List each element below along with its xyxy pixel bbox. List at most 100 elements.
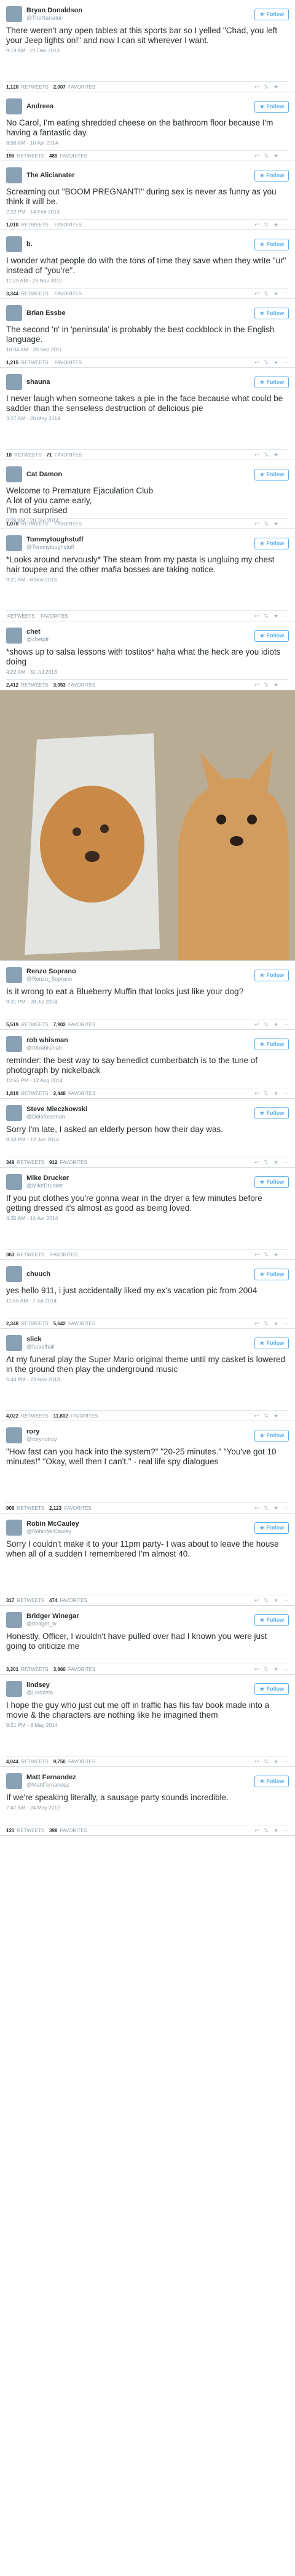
tweet-timestamp[interactable]: 5:44 PM - 23 Nov 2013: [6, 1376, 289, 1382]
author-handle[interactable]: @Renzo_Soprano: [26, 975, 254, 983]
reply-icon[interactable]: ↩: [254, 221, 259, 228]
retweet-count[interactable]: 317 RETWEETS: [6, 1598, 44, 1603]
favorite-count[interactable]: 2,123 FAVORITES: [49, 1505, 92, 1511]
retweet-count[interactable]: 18 RETWEETS: [6, 452, 42, 458]
favorite-icon[interactable]: ★: [273, 1758, 278, 1765]
retweet-icon[interactable]: ⇅: [264, 520, 269, 527]
favorite-icon[interactable]: ★: [273, 1413, 278, 1419]
more-icon[interactable]: ⋯: [283, 1413, 289, 1419]
avatar[interactable]: [6, 1174, 22, 1190]
author-name[interactable]: rob whisman: [26, 1037, 254, 1044]
more-icon[interactable]: ⋯: [283, 1827, 289, 1834]
reply-icon[interactable]: ↩: [254, 1758, 259, 1765]
tweet-timestamp[interactable]: 2:22 PM - 14 Feb 2013: [6, 209, 289, 215]
muffin-dog-photo[interactable]: [0, 690, 295, 960]
retweet-count[interactable]: 349 RETWEETS: [6, 1160, 44, 1165]
reply-icon[interactable]: ↩: [254, 1666, 259, 1673]
tweet-timestamp[interactable]: 4:35 AM - 14 Apr 2014: [6, 1215, 289, 1221]
tweet-timestamp[interactable]: 9:21 PM - 8 May 2014: [6, 1722, 289, 1728]
author-handle[interactable]: @MattFernandez: [26, 1781, 254, 1788]
favorite-count[interactable]: 912 FAVORITES: [49, 1160, 87, 1165]
favorite-icon[interactable]: ★: [273, 1666, 278, 1673]
retweet-icon[interactable]: ⇅: [264, 1159, 269, 1166]
author-name[interactable]: Bryan Donaldson: [26, 7, 254, 14]
more-icon[interactable]: ⋯: [283, 1666, 289, 1673]
follow-button[interactable]: ★ Follow: [254, 376, 289, 388]
retweet-icon[interactable]: ⇅: [264, 1090, 269, 1097]
avatar[interactable]: [6, 1681, 22, 1697]
retweet-icon[interactable]: ⇅: [264, 682, 269, 688]
retweet-count[interactable]: 121 RETWEETS: [6, 1828, 44, 1833]
favorite-count[interactable]: 2,448 FAVORITES: [53, 1091, 96, 1096]
author-name[interactable]: Bridger Winegar: [26, 1613, 254, 1620]
tweet-timestamp[interactable]: 3:27 AM - 20 May 2014: [6, 415, 289, 421]
author-name[interactable]: Mike Drucker: [26, 1174, 254, 1182]
favorite-count[interactable]: FAVORITES: [39, 613, 68, 619]
favorite-count[interactable]: 11,802 FAVORITES: [53, 1413, 98, 1419]
more-icon[interactable]: ⋯: [283, 84, 289, 90]
favorite-count[interactable]: FAVORITES: [53, 222, 82, 228]
retweet-icon[interactable]: ⇅: [264, 359, 269, 366]
favorite-icon[interactable]: ★: [273, 290, 278, 297]
avatar[interactable]: [6, 1266, 22, 1282]
follow-button[interactable]: ★ Follow: [254, 100, 289, 113]
retweet-icon[interactable]: ⇅: [264, 84, 269, 90]
retweet-count[interactable]: RETWEETS: [6, 613, 34, 619]
retweet-count[interactable]: 1,070 RETWEETS: [6, 521, 49, 527]
favorite-count[interactable]: 3,860 FAVORITES: [53, 1667, 96, 1672]
retweet-icon[interactable]: ⇅: [264, 1251, 269, 1258]
more-icon[interactable]: ⋯: [283, 1021, 289, 1028]
avatar[interactable]: [6, 1427, 22, 1443]
retweet-icon[interactable]: ⇅: [264, 1666, 269, 1673]
author-handle[interactable]: @MikeDrucker: [26, 1182, 254, 1189]
follow-button[interactable]: ★ Follow: [254, 1429, 289, 1442]
tweet-timestamp[interactable]: 8:56 AM - 10 Apr 2014: [6, 140, 289, 146]
retweet-icon[interactable]: ⇅: [264, 1413, 269, 1419]
follow-button[interactable]: ★ Follow: [254, 629, 289, 642]
retweet-count[interactable]: 363 RETWEETS: [6, 1252, 44, 1258]
follow-button[interactable]: ★ Follow: [254, 1337, 289, 1349]
retweet-count[interactable]: 190 RETWEETS: [6, 153, 44, 159]
favorite-count[interactable]: 71 FAVORITES: [47, 452, 82, 458]
favorite-count[interactable]: 489 FAVORITES: [49, 153, 87, 159]
favorite-icon[interactable]: ★: [273, 1827, 278, 1834]
favorite-icon[interactable]: ★: [273, 153, 278, 159]
favorite-icon[interactable]: ★: [273, 1320, 278, 1327]
favorite-icon[interactable]: ★: [273, 613, 278, 620]
more-icon[interactable]: ⋯: [283, 452, 289, 458]
author-name[interactable]: The Alicianater: [26, 172, 254, 179]
reply-icon[interactable]: ↩: [254, 359, 259, 366]
tweet-timestamp[interactable]: 8:33 PM - 12 Jan 2014: [6, 1136, 289, 1142]
tweet-timestamp[interactable]: 4:22 AM - 31 Jul 2013: [6, 669, 289, 675]
favorite-icon[interactable]: ★: [273, 520, 278, 527]
author-name[interactable]: Matt Fernandez: [26, 1774, 254, 1781]
retweet-count[interactable]: 1,215 RETWEETS: [6, 360, 49, 365]
favorite-icon[interactable]: ★: [273, 1090, 278, 1097]
more-icon[interactable]: ⋯: [283, 1320, 289, 1327]
favorite-count[interactable]: 398 FAVORITES: [49, 1828, 87, 1833]
more-icon[interactable]: ⋯: [283, 1090, 289, 1097]
favorite-icon[interactable]: ★: [273, 359, 278, 366]
reply-icon[interactable]: ↩: [254, 1251, 259, 1258]
follow-button[interactable]: ★ Follow: [254, 1614, 289, 1626]
retweet-count[interactable]: 3,344 RETWEETS: [6, 291, 49, 297]
favorite-count[interactable]: 474 FAVORITES: [49, 1598, 87, 1603]
favorite-count[interactable]: 7,902 FAVORITES: [53, 1022, 96, 1027]
avatar[interactable]: [6, 236, 22, 252]
avatar[interactable]: [6, 1773, 22, 1789]
favorite-icon[interactable]: ★: [273, 1251, 278, 1258]
retweet-count[interactable]: 2,348 RETWEETS: [6, 1321, 49, 1326]
reply-icon[interactable]: ↩: [254, 613, 259, 620]
retweet-count[interactable]: 1,010 RETWEETS: [6, 222, 49, 228]
favorite-icon[interactable]: ★: [273, 221, 278, 228]
favorite-count[interactable]: 3,053 FAVORITES: [53, 682, 96, 688]
follow-button[interactable]: ★ Follow: [254, 1775, 289, 1787]
avatar[interactable]: [6, 98, 22, 114]
favorite-icon[interactable]: ★: [273, 682, 278, 688]
follow-button[interactable]: ★ Follow: [254, 169, 289, 181]
retweet-count[interactable]: 1,120 RETWEETS: [6, 84, 49, 90]
avatar[interactable]: [6, 1520, 22, 1536]
tweet-photo[interactable]: [0, 690, 295, 961]
reply-icon[interactable]: ↩: [254, 290, 259, 297]
retweet-icon[interactable]: ⇅: [264, 221, 269, 228]
